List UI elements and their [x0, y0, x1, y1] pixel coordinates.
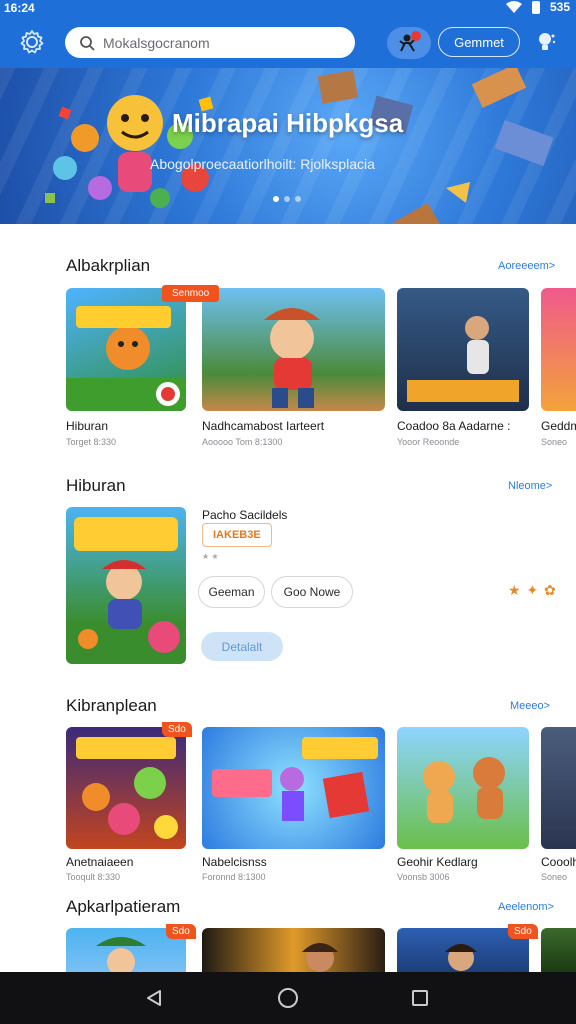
card-badge: Sdo	[166, 924, 196, 939]
banner-title: Mibrapai Hibpkgsa	[172, 108, 404, 138]
card-title: Cooolh	[541, 855, 576, 869]
status-indicators: 535	[505, 0, 570, 14]
card-badge: Sdo	[508, 924, 538, 939]
card-title: Anetnaiaeen	[66, 855, 134, 869]
featured-stars: ★ ✦ ✿	[508, 582, 557, 598]
card-subtitle: Tooqult 8:330	[66, 872, 121, 882]
card-badge: Sdo	[162, 722, 192, 737]
search-bar[interactable]	[65, 27, 355, 58]
game-card-image[interactable]	[202, 928, 385, 972]
card-subtitle: Voonsb 3006	[397, 872, 450, 882]
banner-pagination	[273, 196, 301, 202]
notification-dot	[411, 31, 421, 41]
system-navigation-bar	[0, 972, 576, 1024]
search-input[interactable]	[103, 34, 343, 51]
section-more-apps[interactable]: Aeelenom>	[498, 901, 554, 913]
featured-game-tag: IAKEB3E	[202, 523, 272, 547]
notification-button[interactable]	[387, 27, 431, 59]
section-title-apps: Apkarlpatieram	[66, 897, 181, 916]
game-card-image[interactable]	[397, 288, 529, 411]
search-icon	[80, 35, 95, 51]
game-card-image[interactable]	[66, 288, 186, 411]
game-thumbnail	[212, 737, 378, 821]
banner-dot-1[interactable]	[273, 196, 279, 202]
featured-detail-button[interactable]: Detalalt	[201, 632, 283, 661]
game-thumbnail	[407, 316, 519, 402]
battery-icon	[531, 0, 540, 14]
banner-dot-2[interactable]	[284, 196, 290, 202]
card-subtitle: Yooor Reoonde	[397, 437, 460, 447]
status-time: 16:24	[4, 1, 35, 15]
game-thumbnail	[76, 737, 178, 839]
header-game-button[interactable]: Gemmet	[438, 27, 520, 57]
game-card-image[interactable]	[66, 727, 186, 849]
card-subtitle: Aooooo Tom 8:1300	[202, 437, 283, 447]
lightbulb-icon[interactable]	[534, 30, 558, 54]
card-title: Geddm	[541, 419, 576, 433]
section-more-featured[interactable]: Nleome>	[508, 480, 552, 492]
game-thumbnail	[66, 306, 186, 411]
game-card-image[interactable]	[541, 928, 576, 972]
status-battery-level: 535	[549, 0, 570, 14]
game-card-image[interactable]	[541, 288, 576, 411]
featured-move-button[interactable]: Goo Nowe	[271, 576, 353, 608]
card-subtitle: Soneo	[541, 872, 568, 882]
game-card-image[interactable]	[202, 288, 385, 411]
banner-subtitle: Abogolproecaatiorlhoilt: Rjolksplacia	[150, 156, 375, 172]
game-thumbnail	[264, 308, 320, 408]
card-title: Nabelcisnss	[202, 855, 267, 869]
banner-dot-3[interactable]	[295, 196, 301, 202]
section-title-featured: Hiburan	[66, 476, 126, 495]
home-icon[interactable]	[278, 988, 298, 1008]
wifi-icon	[505, 1, 522, 13]
card-subtitle: Foronnd 8:1300	[202, 872, 266, 882]
featured-game-rating: ★ ★	[202, 552, 219, 561]
section-title-popular: Albakrplian	[66, 256, 151, 275]
card-subtitle: Torget 8:330	[66, 437, 117, 447]
card-subtitle: Soneo	[541, 437, 568, 447]
game-card-image[interactable]	[541, 727, 576, 849]
card-title: Geohir Kedlarg	[397, 855, 478, 869]
settings-gear-icon[interactable]	[18, 28, 46, 56]
person-icon	[399, 34, 415, 52]
card-title: Coadoo 8a Aadarne :	[397, 419, 511, 433]
recents-icon[interactable]	[412, 990, 428, 1006]
hero-banner[interactable]: Mibrapai Hibpkgsa Abogolproecaatiorlhoil…	[0, 68, 576, 224]
section-more-kibrarpian[interactable]: Meeeo>	[510, 700, 550, 712]
back-icon[interactable]	[145, 989, 163, 1007]
game-thumbnail	[423, 757, 505, 823]
section-title-kibrarpian: Kibranplean	[66, 696, 157, 715]
section-more-popular[interactable]: Aoreeeem>	[498, 260, 555, 272]
game-card-image[interactable]	[202, 727, 385, 849]
featured-game-image[interactable]	[66, 507, 186, 664]
card-badge: Senmoo	[162, 285, 220, 302]
card-title: Nadhcamabost Iarteert	[202, 419, 325, 433]
game-thumbnail	[302, 943, 338, 972]
app-header: Gemmet	[0, 16, 576, 68]
game-thumbnail	[74, 517, 180, 653]
featured-game-name: Pacho Sacildels	[202, 508, 288, 522]
card-title: Hiburan	[66, 419, 109, 433]
game-card-image[interactable]	[397, 727, 529, 849]
status-bar: 16:24 535	[0, 0, 576, 16]
featured-game-button[interactable]: Geeman	[198, 576, 265, 608]
